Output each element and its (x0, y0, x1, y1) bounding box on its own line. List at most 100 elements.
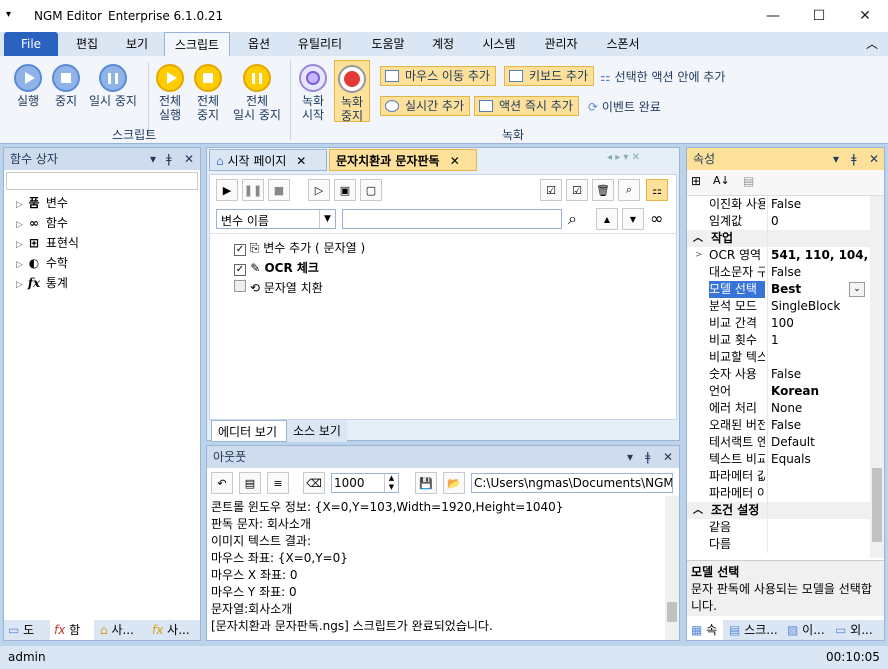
tree-item-math[interactable]: ▷ ◐ 수학 (16, 254, 68, 271)
chevron-icon[interactable]: ︿ (693, 230, 703, 247)
property-category[interactable]: ︿ 조건 설정 (687, 502, 870, 519)
property-row[interactable]: 숫자 사용 False (687, 366, 870, 383)
action-item[interactable]: ✓ ✎ OCR 체크 (234, 259, 319, 276)
add-inside-action-button[interactable]: ⚏ 선택한 액션 안에 추가 (600, 68, 725, 85)
pin-icon[interactable]: ǂ (851, 148, 857, 170)
property-pages-icon[interactable]: ▤ (743, 174, 754, 188)
add-action-now-button[interactable]: 액션 즉시 추가 (474, 96, 579, 116)
chevron-down-icon[interactable]: ⌄ (849, 282, 865, 297)
close-icon[interactable]: ✕ (842, 0, 888, 32)
check-icon[interactable]: ☑ (566, 179, 588, 201)
tab-script-active[interactable]: 문자치환과 문자판독 ✕ (329, 149, 477, 171)
event-complete-button[interactable]: ⟳ 이벤트 완료 (588, 98, 661, 115)
property-row[interactable]: 텍스트 비교 Equals (687, 451, 870, 468)
dropdown-icon[interactable]: ▾ (833, 148, 839, 170)
checkbox-checked-icon[interactable]: ✓ (234, 264, 246, 276)
property-row[interactable]: 모델 선택 Best ⌄ (687, 281, 870, 298)
all-pause-button[interactable]: 전체 일시 중지 (228, 64, 286, 122)
tab-user-a[interactable]: ⌂ 사... (96, 620, 146, 640)
action-item[interactable]: ✓ ⎘ 변수 추가 ( 문자열 ) (234, 239, 365, 256)
tab-script-list[interactable]: ▤ 스크... (725, 620, 781, 640)
pause-icon[interactable]: ❚❚ (242, 179, 264, 201)
step-into-icon[interactable]: ▣ (334, 179, 356, 201)
function-search-input[interactable] (6, 172, 198, 190)
stop-button[interactable]: 중지 (48, 64, 84, 108)
quick-access-icon[interactable]: ▾ (6, 9, 11, 20)
property-row[interactable]: 비교할 텍스트 (687, 349, 870, 366)
infinity-icon[interactable]: ∞ (650, 209, 663, 228)
property-row[interactable]: 다름 (687, 536, 870, 553)
tab-start-page[interactable]: ⌂ 시작 페이지 ✕ (209, 149, 327, 171)
tab-nav-icons[interactable]: ◂ ▸ ▾ ✕ (607, 152, 640, 163)
close-icon[interactable]: ✕ (184, 148, 194, 170)
maximize-icon[interactable]: ☐ (796, 0, 842, 32)
menu-script[interactable]: 스크립트 (164, 32, 230, 56)
property-row[interactable]: 임계값 0 (687, 213, 870, 230)
property-row[interactable]: 이진화 사용 False (687, 196, 870, 213)
property-row[interactable]: 테서랙트 엔진Default (687, 434, 870, 451)
property-row[interactable]: OCR 영역541, 110, 104, 4> (687, 247, 870, 264)
eraser-icon[interactable]: ⌫ (303, 472, 325, 494)
list-icon[interactable]: ≡ (267, 472, 289, 494)
tab-source-view[interactable]: 소스 보기 (287, 420, 347, 442)
sort-az-icon[interactable]: A↓ (713, 174, 730, 187)
stepper-arrows-icon[interactable]: ▲ ▼ (384, 474, 398, 492)
close-icon[interactable]: ✕ (663, 446, 673, 468)
output-scrollbar[interactable] (665, 496, 679, 640)
property-row[interactable]: 비교 간격 100 (687, 315, 870, 332)
record-start-button[interactable]: 녹화 시작 (296, 64, 330, 122)
tab-properties[interactable]: ▦ 속 (687, 620, 723, 640)
menu-admin[interactable]: 관리자 (532, 32, 590, 56)
tab-images[interactable]: ▨ 이... (783, 620, 829, 640)
collapse-ribbon-icon[interactable]: ︿ (862, 32, 882, 56)
categorized-icon[interactable]: ⊞ (691, 174, 701, 188)
tree-item-variable[interactable]: ▷ 품 변수 (16, 194, 68, 211)
property-row[interactable]: 비교 횟수 1 (687, 332, 870, 349)
tree-item-expression[interactable]: ▷ ⊞ 표현식 (16, 234, 79, 251)
menu-view[interactable]: 보기 (112, 32, 162, 56)
tab-variables[interactable]: ▭ 도 (4, 620, 48, 640)
chevron-down-icon[interactable]: ▼ (622, 208, 644, 230)
step-icon[interactable]: ▷ (308, 179, 330, 201)
checkbox-unchecked-icon[interactable] (234, 280, 246, 292)
variable-search-input[interactable] (342, 209, 562, 229)
all-stop-button[interactable]: 전체 중지 (190, 64, 226, 122)
line-count-stepper[interactable]: 1000 ▲ ▼ (331, 473, 399, 493)
menu-help[interactable]: 도움말 (360, 32, 416, 56)
output-path-field[interactable]: C:\Users\ngmas\Documents\NGM6\ (471, 473, 673, 493)
chevron-icon[interactable]: ︿ (693, 502, 703, 519)
menu-edit[interactable]: 편집 (62, 32, 112, 56)
property-row[interactable]: 파라메터 값 (687, 468, 870, 485)
pin-icon[interactable]: ǂ (166, 148, 172, 170)
menu-sponsor[interactable]: 스폰서 (596, 32, 650, 56)
run-button[interactable]: 실행 (8, 64, 48, 108)
tab-editor-view[interactable]: 에디터 보기 (211, 420, 287, 442)
dropdown-icon[interactable]: ▾ (627, 446, 633, 468)
check-all-icon[interactable]: ☑ (540, 179, 562, 201)
all-run-button[interactable]: 전체 실행 (152, 64, 188, 122)
checkbox-checked-icon[interactable]: ✓ (234, 244, 246, 256)
menu-utility[interactable]: 유틸리티 (288, 32, 352, 56)
tab-functions[interactable]: fx 함 (50, 620, 94, 640)
action-item[interactable]: ⟲ 문자열 치환 (234, 279, 323, 296)
pin-icon[interactable]: ǂ (645, 446, 651, 468)
tree-view-icon[interactable]: ⚏ (646, 179, 668, 201)
props-scrollbar[interactable] (870, 196, 884, 558)
save-icon[interactable]: 💾 (415, 472, 437, 494)
delete-icon[interactable]: 🗑 (592, 179, 614, 201)
property-row[interactable]: 같음 (687, 519, 870, 536)
record-stop-button[interactable]: 녹화 중지 (334, 60, 370, 123)
close-icon[interactable]: ✕ (869, 148, 879, 170)
search-icon[interactable]: ⌕ (618, 179, 640, 201)
expand-icon[interactable]: > (695, 247, 703, 264)
property-row[interactable]: 대소문자 구분False (687, 264, 870, 281)
variable-select[interactable]: 변수 이름 ▼ (216, 209, 336, 229)
property-row[interactable]: 파라메터 이름 (687, 485, 870, 502)
close-icon[interactable]: ✕ (296, 154, 306, 168)
minimize-icon[interactable]: — (750, 0, 796, 32)
step-over-icon[interactable]: ▢ (360, 179, 382, 201)
menu-system[interactable]: 시스템 (472, 32, 526, 56)
menu-file[interactable]: File (4, 32, 58, 56)
wrap-icon[interactable]: ↶ (211, 472, 233, 494)
add-mouse-move-button[interactable]: 마우스 이동 추가 (380, 66, 496, 86)
